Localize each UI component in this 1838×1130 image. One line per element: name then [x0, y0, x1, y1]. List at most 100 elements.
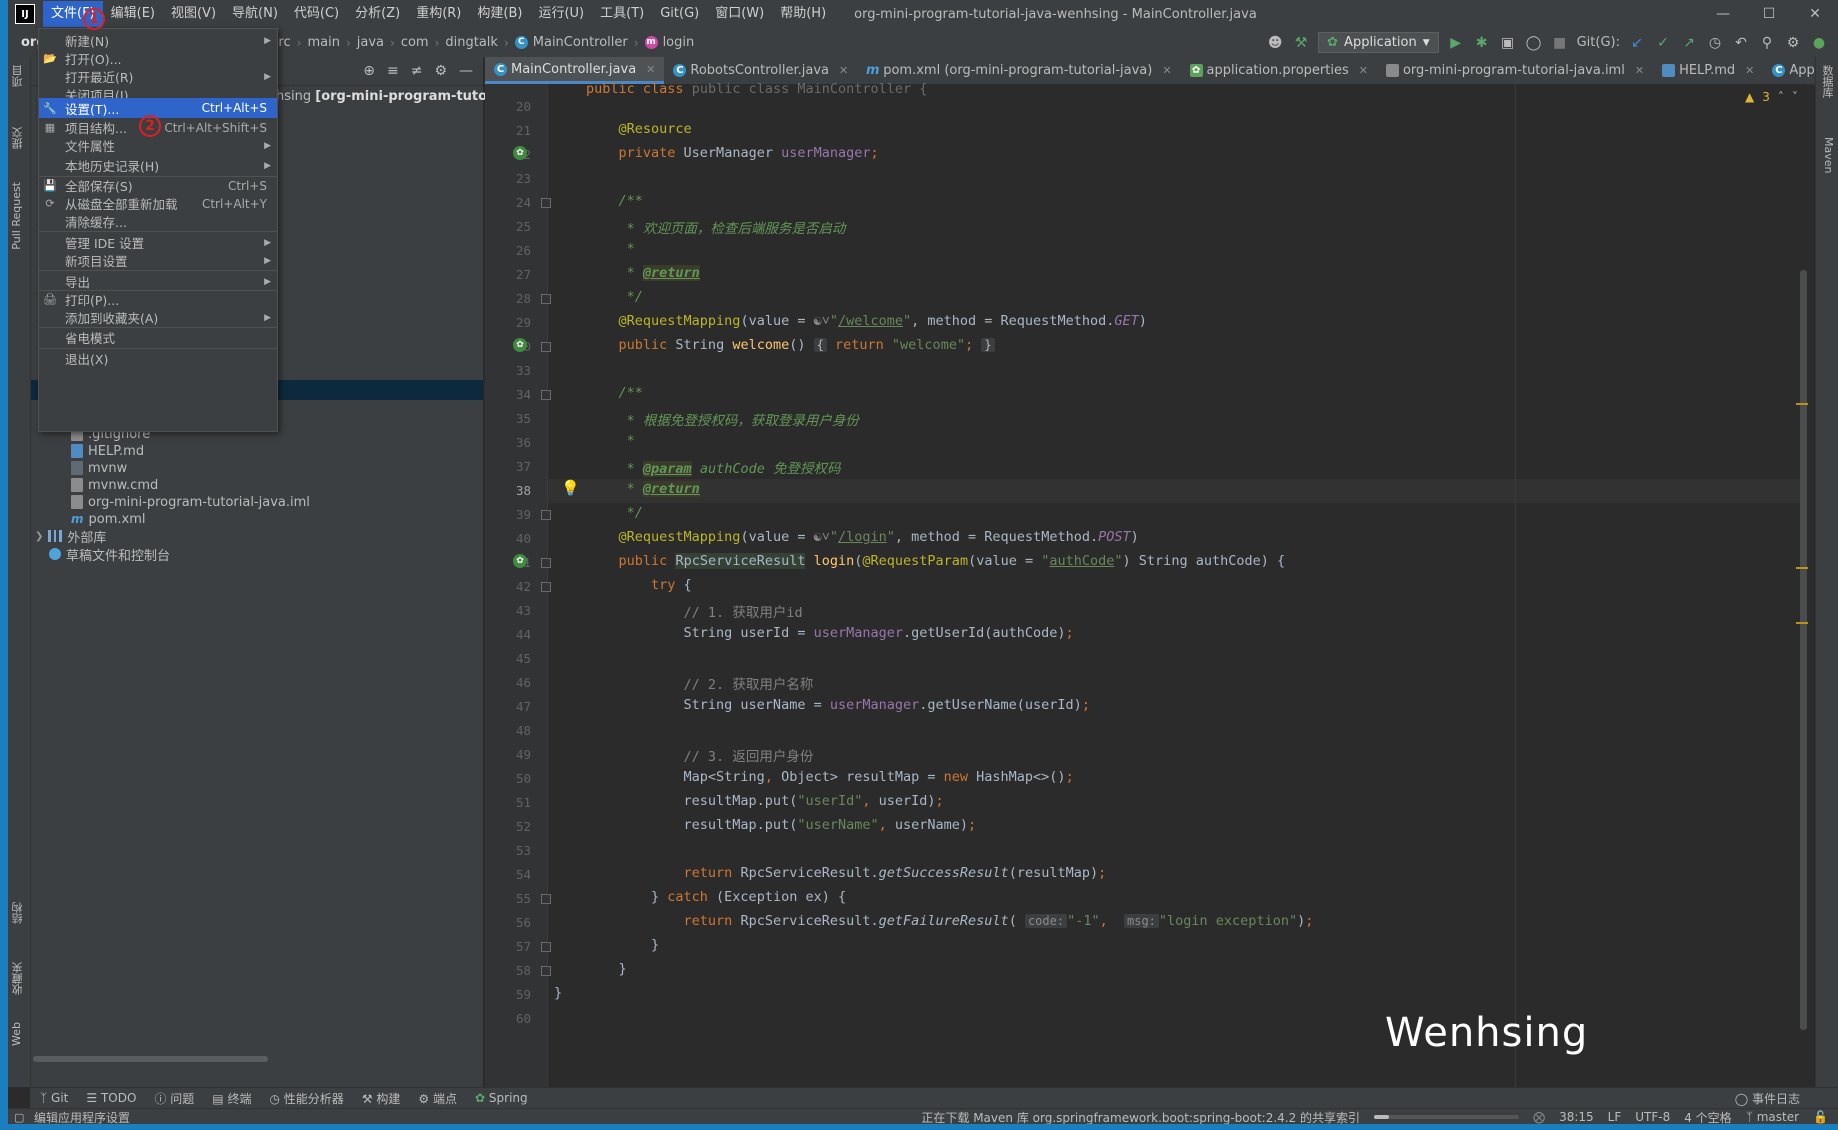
fold-marker-icon[interactable]: [541, 966, 551, 976]
file-menu-invalidate-caches[interactable]: 清除缓存...: [39, 211, 277, 232]
inspection-widget[interactable]: ▲ 3 ˄ ˅: [1745, 90, 1798, 104]
close-tab-icon[interactable]: ✕: [1162, 64, 1171, 77]
build-hammer-icon[interactable]: ⚒: [1292, 34, 1310, 52]
fold-marker-icon[interactable]: [541, 342, 551, 352]
file-menu-new-project-settings[interactable]: 新项目设置 ▶: [39, 250, 277, 271]
git-branch-widget[interactable]: ᛉ master: [1746, 1110, 1799, 1124]
close-tab-icon[interactable]: ✕: [839, 64, 848, 77]
git-commit-icon[interactable]: ✓: [1654, 34, 1672, 52]
line-separator[interactable]: LF: [1608, 1110, 1622, 1124]
next-highlight-icon[interactable]: ˅: [1792, 90, 1798, 104]
file-menu-power-save[interactable]: 省电模式: [39, 327, 277, 348]
indent-setting[interactable]: 4 个空格: [1684, 1109, 1731, 1126]
breadcrumb-dingtalk[interactable]: dingtalk: [442, 35, 501, 50]
settings-gear-icon[interactable]: ⚙: [1784, 34, 1802, 52]
minimize-icon[interactable]: —: [1700, 0, 1746, 28]
close-tab-icon[interactable]: ✕: [1635, 64, 1644, 77]
user-icon[interactable]: ☻: [1266, 34, 1284, 52]
debug-icon[interactable]: ✱: [1473, 34, 1491, 52]
spring-bean-gutter-icon[interactable]: ✿: [513, 146, 527, 160]
close-tab-icon[interactable]: ✕: [1359, 64, 1368, 77]
breadcrumb-method[interactable]: m login: [642, 35, 698, 50]
profile-icon[interactable]: ◯: [1525, 34, 1543, 52]
tool-window-project[interactable]: 项目: [10, 65, 26, 87]
event-log-button[interactable]: ◯ 事件日志: [1735, 1090, 1800, 1107]
tool-tab-terminal[interactable]: ▤ 终端: [212, 1090, 251, 1107]
run-icon[interactable]: ▶: [1447, 34, 1465, 52]
panel-settings-icon[interactable]: ⚙: [434, 63, 447, 79]
file-menu-exit[interactable]: 退出(X): [39, 348, 277, 369]
tree-item-external-libraries[interactable]: ❯ 外部库: [35, 526, 106, 546]
tab-robotscontroller[interactable]: C RobotsController.java ✕: [664, 57, 857, 84]
maximize-icon[interactable]: ☐: [1746, 0, 1792, 28]
menu-git[interactable]: Git(G): [652, 1, 707, 27]
tool-window-web[interactable]: Web: [10, 1022, 23, 1046]
cancel-task-icon[interactable]: ⨂: [1533, 1110, 1545, 1124]
git-update-icon[interactable]: ↙: [1628, 34, 1646, 52]
caret-position[interactable]: 38:15: [1559, 1110, 1594, 1124]
tool-window-favorites[interactable]: 收藏夹: [10, 962, 26, 995]
spring-mapping-gutter-icon[interactable]: ✿: [513, 554, 527, 568]
tool-window-maven[interactable]: Maven: [1822, 137, 1835, 173]
background-task-label[interactable]: 正在下载 Maven 库 org.springframework.boot:sp…: [921, 1109, 1360, 1126]
breadcrumb-com[interactable]: com: [398, 35, 432, 50]
file-encoding[interactable]: UTF-8: [1635, 1110, 1670, 1124]
menu-run[interactable]: 运行(U): [530, 1, 592, 27]
menu-code[interactable]: 代码(C): [286, 1, 347, 27]
tool-window-commit[interactable]: 提交: [10, 127, 26, 149]
menu-refactor[interactable]: 重构(R): [408, 1, 469, 27]
expand-all-icon[interactable]: ≡: [387, 63, 399, 79]
file-menu-file-properties[interactable]: 文件属性 ▶: [39, 135, 277, 156]
tab-maincontroller[interactable]: C MainController.java ✕: [485, 57, 665, 84]
rollback-icon[interactable]: ↶: [1732, 34, 1750, 52]
tool-tab-spring[interactable]: ✿ Spring: [475, 1091, 528, 1105]
lock-icon[interactable]: 🔓: [1813, 1110, 1828, 1124]
fold-marker-icon[interactable]: [541, 510, 551, 520]
tab-appconstant[interactable]: CAppConstant.java⌄: [1763, 57, 1816, 84]
tool-tab-endpoints[interactable]: ⚙ 端点: [418, 1090, 457, 1107]
menu-navigate[interactable]: 导航(N): [224, 1, 286, 27]
locate-file-icon[interactable]: ⊕: [363, 63, 375, 79]
previous-highlight-icon[interactable]: ˄: [1778, 90, 1784, 104]
tool-tab-git[interactable]: ᛉ Git: [40, 1091, 68, 1105]
fold-marker-icon[interactable]: [541, 390, 551, 400]
tab-pom-xml[interactable]: m pom.xml (org-mini-program-tutorial-java…: [857, 57, 1180, 84]
warning-stripe-marker[interactable]: [1796, 403, 1808, 405]
status-toggle-icon[interactable]: ▢: [14, 1111, 24, 1124]
collapse-all-icon[interactable]: ≠: [411, 63, 423, 79]
fold-marker-icon[interactable]: [541, 942, 551, 952]
tool-tab-profiler[interactable]: ◷ 性能分析器: [269, 1090, 343, 1107]
file-menu-add-to-favorites[interactable]: 添加到收藏夹(A) ▶: [39, 307, 277, 328]
tool-tab-problems[interactable]: ⓘ 问题: [154, 1090, 194, 1107]
breadcrumb-main[interactable]: main: [304, 35, 342, 50]
file-menu-local-history[interactable]: 本地历史记录(H) ▶: [39, 155, 277, 176]
project-horizontal-scrollbar[interactable]: [33, 1056, 268, 1062]
close-tab-icon[interactable]: ✕: [1745, 64, 1754, 77]
search-icon[interactable]: ⚲: [1758, 34, 1776, 52]
hide-panel-icon[interactable]: —: [459, 63, 473, 79]
warning-stripe-marker[interactable]: [1796, 622, 1808, 624]
fold-marker-icon[interactable]: [541, 294, 551, 304]
tool-tab-todo[interactable]: ☰ TODO: [86, 1091, 136, 1105]
breadcrumb-java[interactable]: java: [354, 35, 387, 50]
tree-item-scratches[interactable]: 草稿文件和控制台: [49, 544, 170, 564]
tab-iml[interactable]: org-mini-program-tutorial-java.iml ✕: [1377, 57, 1653, 84]
project-root-title[interactable]: hsing [org-mini-program-tutorial: [276, 89, 511, 104]
lightbulb-icon[interactable]: 💡: [561, 479, 580, 497]
menu-help[interactable]: 帮助(H): [772, 1, 834, 27]
menu-build[interactable]: 构建(B): [469, 1, 530, 27]
spring-mapping-gutter-icon[interactable]: ✿: [513, 338, 527, 352]
history-icon[interactable]: ◷: [1706, 34, 1724, 52]
fold-marker-icon[interactable]: [541, 582, 551, 592]
menu-tools[interactable]: 工具(T): [592, 1, 652, 27]
ide-update-icon[interactable]: ●: [1810, 34, 1828, 52]
editor-vertical-scrollbar[interactable]: [1800, 270, 1807, 1030]
stop-icon[interactable]: ■: [1551, 34, 1569, 52]
tool-window-database[interactable]: 数据库: [1819, 65, 1835, 98]
coverage-icon[interactable]: ▣: [1499, 34, 1517, 52]
tool-window-structure[interactable]: 结构: [10, 902, 26, 924]
close-icon[interactable]: ✕: [1792, 0, 1838, 28]
file-menu-settings[interactable]: 🔧 设置(T)... Ctrl+Alt+S: [39, 98, 277, 118]
fold-marker-icon[interactable]: [541, 558, 551, 568]
menu-analyze[interactable]: 分析(Z): [347, 1, 408, 27]
